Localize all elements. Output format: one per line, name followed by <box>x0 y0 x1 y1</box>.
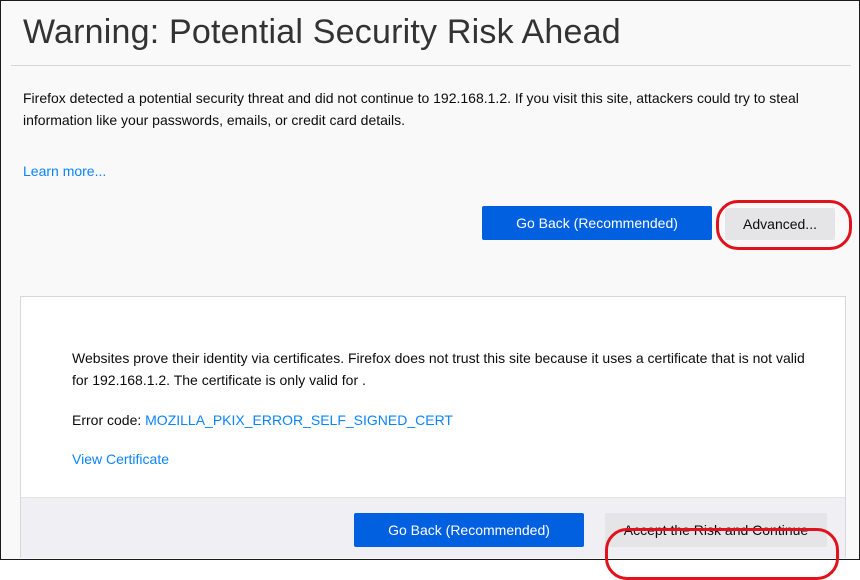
advanced-button[interactable]: Advanced... <box>725 208 835 240</box>
accept-risk-button[interactable]: Accept the Risk and Continue <box>605 513 827 547</box>
go-back-button-bottom[interactable]: Go Back (Recommended) <box>354 513 584 547</box>
page-title: Warning: Potential Security Risk Ahead <box>23 13 621 51</box>
security-warning-page: Warning: Potential Security Risk Ahead F… <box>0 0 860 580</box>
error-code-label: Error code: <box>72 412 146 428</box>
advanced-panel: Websites prove their identity via certif… <box>20 296 846 558</box>
warning-description: Firefox detected a potential security th… <box>23 90 799 128</box>
error-code-link[interactable]: MOZILLA_PKIX_ERROR_SELF_SIGNED_CERT <box>145 412 453 428</box>
learn-more-link[interactable]: Learn more... <box>23 163 106 179</box>
certificate-explanation: Websites prove their identity via certif… <box>72 350 805 388</box>
go-back-button[interactable]: Go Back (Recommended) <box>482 206 712 240</box>
error-code-line: Error code: MOZILLA_PKIX_ERROR_SELF_SIGN… <box>72 412 453 428</box>
view-certificate-link[interactable]: View Certificate <box>72 451 169 467</box>
title-divider <box>11 65 851 66</box>
advanced-panel-footer: Go Back (Recommended) Accept the Risk an… <box>21 497 845 558</box>
